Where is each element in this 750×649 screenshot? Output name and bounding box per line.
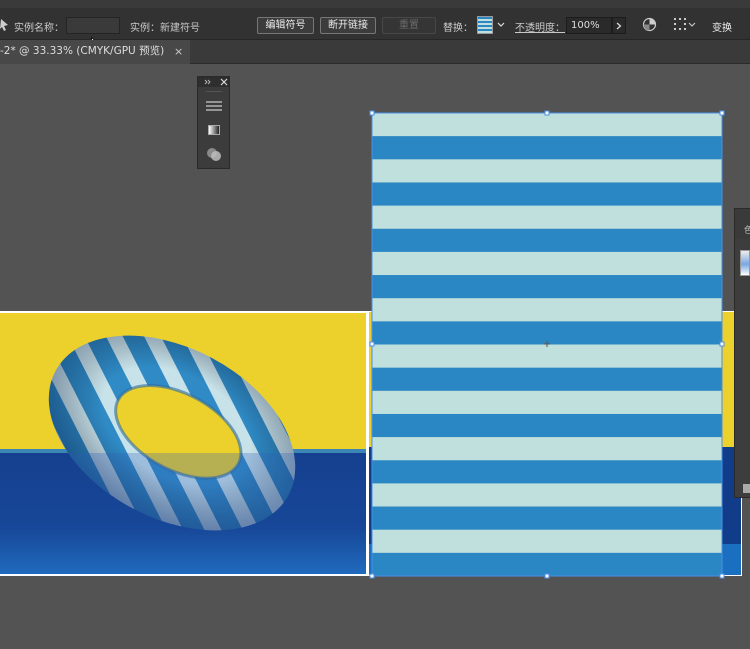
align-grid-icon[interactable] <box>673 17 697 32</box>
edit-symbol-button[interactable]: 编辑符号 <box>257 17 314 34</box>
instance-name-label: 实例名称： <box>14 23 64 34</box>
opacity-input[interactable]: 100% <box>566 17 612 34</box>
right-panel-tab[interactable]: 色 <box>735 209 750 239</box>
floating-panel <box>197 76 230 169</box>
instance-name-input[interactable] <box>66 17 120 34</box>
swatch-preview[interactable] <box>740 250 750 276</box>
top-strip <box>0 0 750 8</box>
right-docked-panel: 色 <box>734 208 750 498</box>
selection-bounding-box[interactable] <box>366 107 728 582</box>
panel-grip <box>206 91 222 92</box>
instance-of-label: 实例：新建符号 <box>130 23 200 34</box>
transform-link[interactable]: 变换 <box>712 19 732 34</box>
recolor-icon[interactable] <box>642 17 657 32</box>
opacity-stepper[interactable] <box>612 17 626 34</box>
panel-close-icon[interactable] <box>220 78 228 86</box>
reset-button[interactable]: 重置 <box>382 17 436 34</box>
document-tab-bar: -2* @ 33.33% (CMYK/GPU 预览) × <box>0 40 750 64</box>
replace-label: 替换： <box>443 23 473 34</box>
break-link-button[interactable]: 断开链接 <box>320 17 376 34</box>
gradient-icon[interactable] <box>208 125 220 135</box>
ring-artwork-graphic <box>0 313 366 574</box>
symbol-swatch-icon[interactable] <box>477 16 493 34</box>
selection-tool-icon[interactable] <box>0 18 10 32</box>
panel-menu-icon[interactable] <box>206 100 222 112</box>
chevron-right-icon <box>616 22 622 30</box>
control-bar: 实例名称： 实例：新建符号 编辑符号 断开链接 重置 替换： 不透明度： 100… <box>0 8 750 50</box>
tab-close-icon[interactable]: × <box>174 40 183 63</box>
document-tab-title: -2* @ 33.33% (CMYK/GPU 预览) <box>0 45 165 57</box>
trash-icon[interactable] <box>743 484 750 493</box>
floating-panel-header[interactable] <box>198 77 229 87</box>
ring-background-artwork[interactable] <box>0 311 368 576</box>
document-tab[interactable]: -2* @ 33.33% (CMYK/GPU 预览) × <box>0 40 190 64</box>
appearance-icon[interactable] <box>206 147 223 162</box>
opacity-label[interactable]: 不透明度： <box>515 19 565 34</box>
collapse-icon[interactable] <box>204 79 212 85</box>
dropdown-arrow-icon[interactable] <box>497 22 505 28</box>
